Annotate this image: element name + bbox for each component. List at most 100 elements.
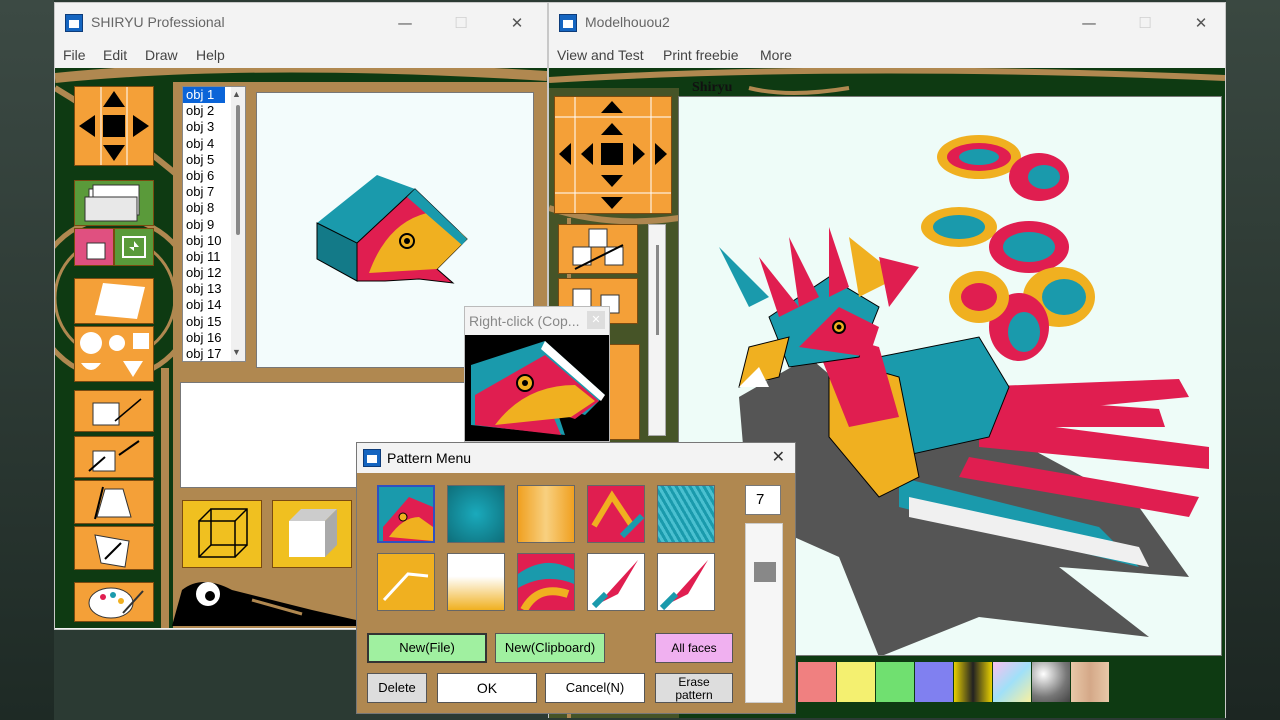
paste-tool[interactable]	[74, 228, 114, 266]
open-folder-tool[interactable]	[74, 180, 154, 226]
scroll-thumb[interactable]	[754, 562, 776, 582]
palette-icon	[88, 587, 144, 619]
minimize-button[interactable]: —	[393, 11, 417, 35]
cancel-button[interactable]: Cancel(N)	[545, 673, 645, 703]
dialog-titlebar: Pattern Menu ✕	[357, 443, 795, 473]
pattern-swatch-1[interactable]	[377, 485, 435, 543]
menu-file[interactable]: File	[63, 47, 86, 63]
object-list[interactable]: obj 1 obj 2 obj 3 obj 4 obj 5 obj 6 obj …	[182, 86, 246, 362]
erase-pattern-button[interactable]: Erase pattern	[655, 673, 733, 703]
palette-swatch-iridescent[interactable]	[993, 662, 1031, 702]
palette-swatch-blue[interactable]	[915, 662, 953, 702]
pattern-swatch-10[interactable]	[657, 553, 715, 611]
pattern-swatch-6[interactable]	[377, 553, 435, 611]
palette-swatch-yellow-black[interactable]	[954, 662, 992, 702]
palette-swatch-green[interactable]	[876, 662, 914, 702]
pattern-count-field[interactable]: 7	[745, 485, 781, 515]
stretch-icon	[88, 440, 140, 472]
menu-view-and-test[interactable]: View and Test	[557, 47, 644, 63]
dialog-close-button[interactable]: ✕	[772, 447, 785, 466]
palette-swatch-yellow[interactable]	[837, 662, 875, 702]
wireframe-cube-icon	[198, 508, 248, 558]
close-button[interactable]: ✕	[505, 11, 529, 35]
titlebar: SHIRYU Professional — ☐ ✕	[55, 3, 547, 43]
palette-swatch-pebbles[interactable]	[1032, 662, 1070, 702]
app-icon	[65, 14, 83, 32]
canvas-label: Shiryu	[692, 80, 733, 95]
pattern-swatch-5[interactable]	[657, 485, 715, 543]
pattern-swatch-8[interactable]	[517, 553, 575, 613]
all-faces-button[interactable]: All faces	[655, 633, 733, 663]
pattern-menu-dialog: Pattern Menu ✕ 7 New(File) New(Clipboard…	[356, 442, 796, 714]
right-click-preview-window[interactable]: Right-click (Cop... ✕	[464, 306, 610, 442]
mascot-icon	[172, 582, 356, 626]
mascot-decoration	[172, 570, 356, 626]
pattern-swatch-9[interactable]	[587, 553, 645, 611]
wireframe-view-tool[interactable]	[182, 500, 262, 568]
import-tool[interactable]	[114, 228, 154, 266]
primitive-shapes-tool[interactable]	[74, 326, 154, 382]
maximize-button[interactable]: ☐	[1133, 11, 1157, 35]
taper-tool[interactable]	[74, 480, 154, 524]
object-list-scrollbar[interactable]: ▲ ▼	[231, 87, 245, 361]
frustum-icon	[94, 486, 132, 520]
view-rotate-tool[interactable]	[554, 96, 672, 214]
solid-view-tool[interactable]	[272, 500, 352, 568]
pattern-swatch-2[interactable]	[447, 485, 505, 543]
close-button[interactable]: ✕	[1189, 11, 1213, 35]
right-tool-scrollbar[interactable]	[648, 224, 666, 436]
paint-palette-tool[interactable]	[74, 582, 154, 622]
app-icon	[363, 449, 381, 467]
app-icon	[559, 14, 577, 32]
pattern-phoenix-head	[379, 487, 433, 541]
split-cubes-icon	[572, 228, 624, 270]
scroll-up-icon[interactable]: ▲	[232, 89, 241, 99]
menubar: File Edit Draw Help	[55, 43, 547, 69]
window-title: SHIRYU Professional	[91, 14, 225, 30]
scroll-thumb[interactable]	[656, 245, 659, 335]
menu-help[interactable]: Help	[196, 47, 225, 63]
pattern-swatch-3[interactable]	[517, 485, 575, 543]
list-item[interactable]: obj 1	[183, 87, 225, 104]
new-from-file-button[interactable]: New(File)	[367, 633, 487, 663]
menu-draw[interactable]: Draw	[145, 47, 178, 63]
window-title: Modelhouou2	[585, 14, 670, 30]
scroll-down-icon[interactable]: ▼	[232, 347, 241, 357]
shapes-icon	[80, 332, 149, 377]
titlebar: Modelhouou2 — ☐ ✕	[549, 3, 1225, 43]
sheet-icon	[95, 283, 145, 319]
pattern-swatch-7[interactable]	[447, 553, 505, 611]
resize-box-icon	[92, 398, 142, 426]
move-arrows-tool[interactable]	[74, 86, 154, 166]
stretch-tool[interactable]	[74, 436, 154, 478]
paper-tool[interactable]	[74, 278, 154, 324]
erase-line-1: Erase	[678, 675, 710, 689]
dialog-title: Pattern Menu	[387, 450, 472, 466]
palette-swatch-pink[interactable]	[798, 662, 836, 702]
preview-close-button[interactable]: ✕	[587, 311, 605, 329]
extra-tool[interactable]	[608, 344, 640, 440]
new-from-clipboard-button[interactable]: New(Clipboard)	[495, 633, 605, 663]
desktop-right	[1226, 0, 1280, 720]
palette-swatch-wood[interactable]	[1071, 662, 1109, 702]
delete-button[interactable]: Delete	[367, 673, 427, 703]
download-icon	[122, 236, 146, 258]
pattern-line	[382, 572, 429, 602]
minimize-button[interactable]: —	[1077, 11, 1101, 35]
scroll-thumb[interactable]	[236, 105, 240, 235]
pattern-scrollbar[interactable]	[745, 523, 783, 703]
skew-tool[interactable]	[74, 526, 154, 570]
folder-icon	[84, 184, 140, 222]
pattern-wave	[591, 490, 645, 539]
pattern-thumbnail-render	[471, 341, 605, 435]
pattern-preview	[465, 335, 609, 441]
solid-cube-icon	[289, 509, 337, 557]
separate-parts-tool[interactable]	[558, 224, 638, 274]
ok-button[interactable]: OK	[437, 673, 537, 703]
menu-more[interactable]: More	[760, 47, 792, 63]
pattern-swatch-4[interactable]	[587, 485, 645, 543]
scale-tool[interactable]	[74, 390, 154, 432]
menu-print-freebie[interactable]: Print freebie	[663, 47, 738, 63]
menu-edit[interactable]: Edit	[103, 47, 127, 63]
maximize-button[interactable]: ☐	[449, 11, 473, 35]
